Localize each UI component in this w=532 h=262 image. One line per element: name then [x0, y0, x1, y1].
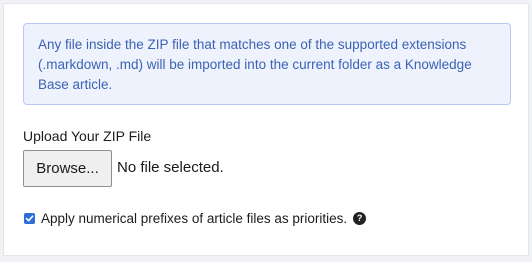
prefix-checkbox[interactable] — [24, 212, 35, 224]
import-panel: Any file inside the ZIP file that matche… — [3, 3, 529, 256]
file-status: No file selected. — [117, 159, 224, 176]
prefix-option[interactable]: Apply numerical prefixes of article file… — [23, 209, 367, 227]
info-message: Any file inside the ZIP file that matche… — [38, 37, 472, 92]
check-icon — [25, 214, 34, 221]
info-alert: Any file inside the ZIP file that matche… — [23, 23, 511, 105]
upload-label: Upload Your ZIP File — [23, 128, 152, 144]
help-icon[interactable]: ? — [353, 211, 367, 225]
prefix-label: Apply numerical prefixes of article file… — [41, 210, 348, 226]
browse-button[interactable]: Browse... — [23, 150, 112, 187]
